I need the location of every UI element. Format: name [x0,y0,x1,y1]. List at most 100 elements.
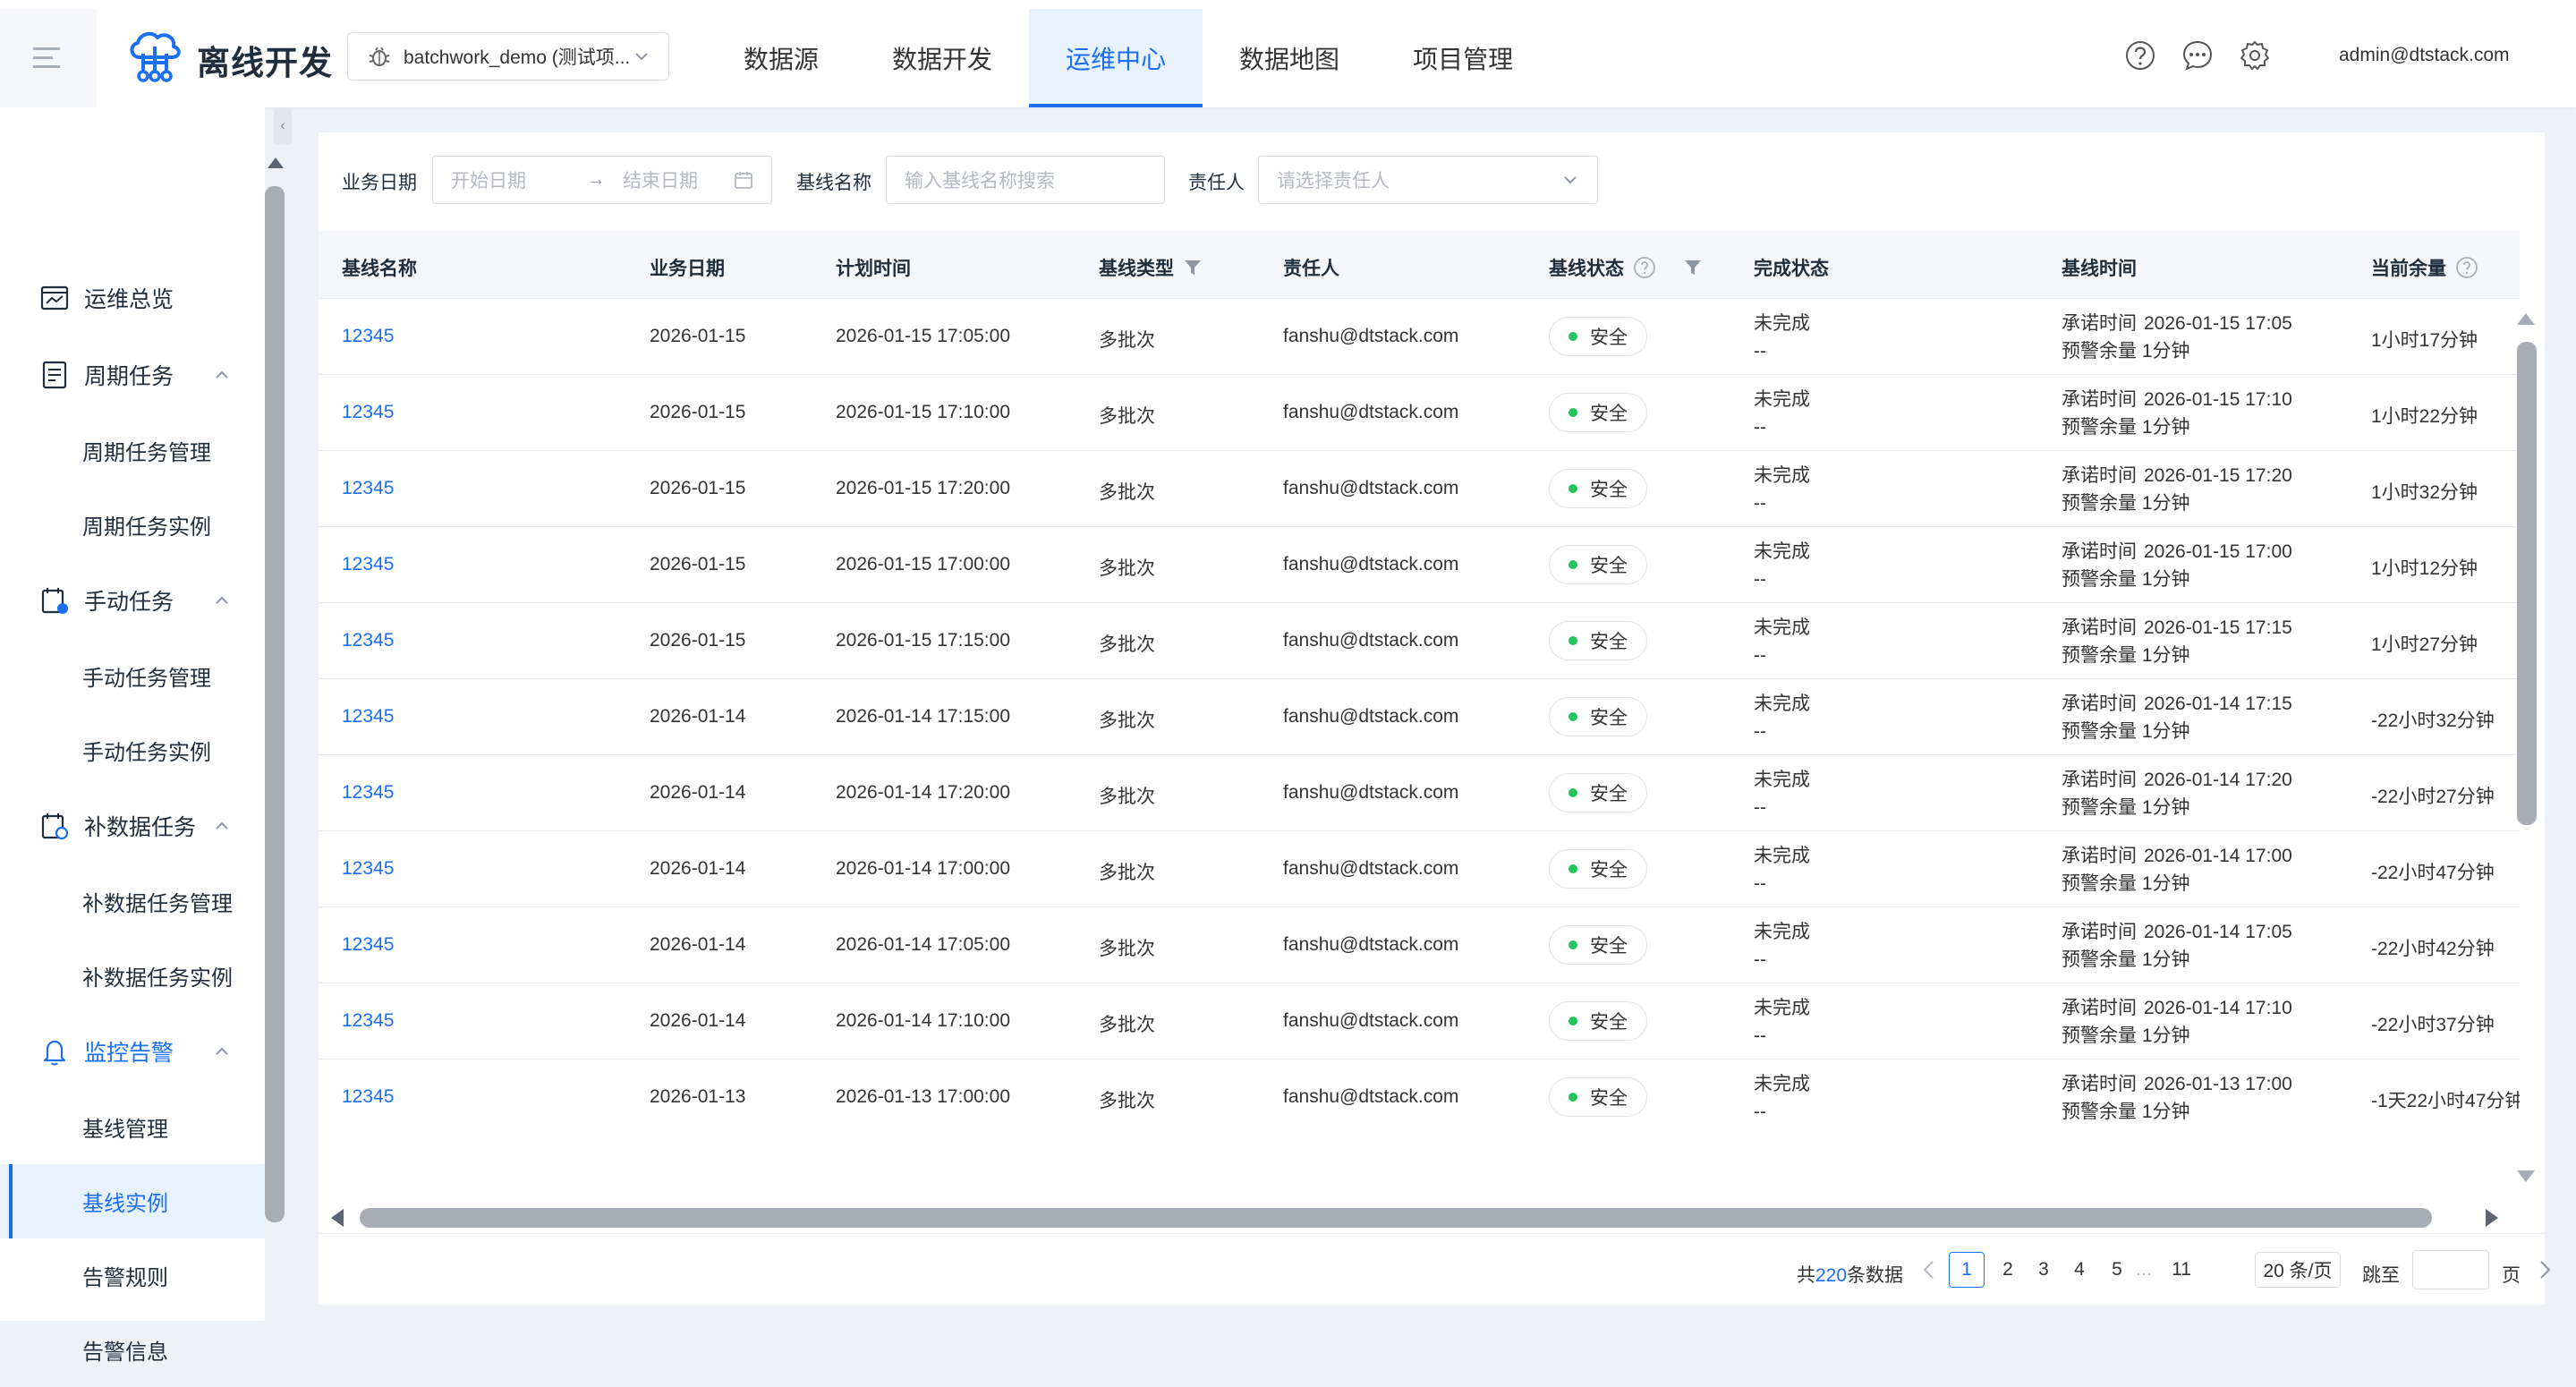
page-number-2[interactable]: 2 [1990,1252,2026,1288]
sidebar-item-baseline-mgmt[interactable]: 基线管理 [0,1090,265,1164]
sidebar-item-manual-instance[interactable]: 手动任务实例 [0,713,265,787]
table-vertical-scrollbar[interactable] [2517,342,2537,825]
page-unit-label: 页 [2502,1265,2521,1286]
sidebar-item-baseline-instance[interactable]: 基线实例 [0,1164,265,1238]
table-row[interactable]: 12345 2026-01-13 2026-01-13 17:00:00 多批次 fan… [319,1059,2520,1126]
page-number-3[interactable]: 3 [2026,1252,2062,1288]
sidebar-item-backfill-mgmt[interactable]: 补数据任务管理 [0,864,265,939]
baseline-time-cell: 承诺时间 2026-01-15 17:00 预警余量 1分钟 [2062,538,2292,593]
baseline-name-link[interactable]: 12345 [342,934,394,956]
sidebar-group-alert[interactable]: 监控告警 [0,1013,265,1090]
done-status-text: 未完成 [1754,465,1810,486]
status-text: 安全 [1590,632,1628,652]
nav-item-datasource[interactable]: 数据源 [707,9,855,107]
baseline-name-link[interactable]: 12345 [342,554,394,575]
sidebar-item-backfill-instance[interactable]: 补数据任务实例 [0,939,265,1013]
baseline-name-link[interactable]: 12345 [342,478,394,499]
baseline-name-search-input[interactable]: 输入基线名称搜索 [886,156,1165,204]
column-header-label: 基线类型 [1099,259,1174,279]
sidebar-item-alert-rules[interactable]: 告警规则 [0,1238,265,1313]
table-scroll-left-arrow[interactable] [331,1209,344,1227]
table-scroll-down-arrow[interactable] [2517,1170,2535,1182]
sidebar-group-periodic[interactable]: 周期任务 [0,336,265,413]
table-row[interactable]: 12345 2026-01-15 2026-01-15 17:15:00 多批次 fan… [319,603,2520,679]
message-icon[interactable] [2181,39,2214,72]
table-row[interactable]: 12345 2026-01-14 2026-01-14 17:15:00 多批次 fan… [319,679,2520,755]
nav-item-project-mgmt[interactable]: 项目管理 [1376,9,1550,107]
column-header-plan-time: 计划时间 [836,254,911,281]
nav-item-ops-center[interactable]: 运维中心 [1029,9,1203,107]
baseline-name-link[interactable]: 12345 [342,402,394,423]
project-select[interactable]: batchwork_demo (测试项... [347,32,669,81]
table-horizontal-scrollbar[interactable] [360,1208,2432,1228]
sidebar-item-overview[interactable]: 运维总览 [0,260,265,336]
status-text: 安全 [1590,328,1628,348]
baseline-name-link[interactable]: 12345 [342,630,394,651]
baseline-time-cell: 承诺时间 2026-01-14 17:00 预警余量 1分钟 [2062,842,2292,898]
filter-icon[interactable] [1683,258,1703,277]
column-header-label: 基线时间 [2062,259,2137,279]
sidebar-scrollbar[interactable] [265,186,285,1222]
owner-select[interactable]: 请选择责任人 [1258,156,1598,204]
status-badge: 安全 [1549,393,1647,432]
sidebar-scroll-up-arrow[interactable] [268,157,284,168]
nav-item-data-map[interactable]: 数据地图 [1203,9,1376,107]
table-row[interactable]: 12345 2026-01-15 2026-01-15 17:00:00 多批次 fan… [319,527,2520,603]
baseline-name-link[interactable]: 12345 [342,1010,394,1032]
sidebar-collapse-button[interactable]: ‹ [274,107,292,145]
sidebar-group-manual[interactable]: 手动任务 [0,562,265,639]
table-row[interactable]: 12345 2026-01-14 2026-01-14 17:10:00 多批次 fan… [319,983,2520,1059]
baseline-name-link[interactable]: 12345 [342,858,394,880]
business-date-cell: 2026-01-14 [650,782,746,803]
page-number-4[interactable]: 4 [2062,1252,2097,1288]
sidebar-item-periodic-mgmt[interactable]: 周期任务管理 [0,413,265,488]
page-ellipsis[interactable]: ... [2135,1252,2153,1288]
sidebar-group-backfill[interactable]: 补数据任务 [0,787,265,864]
status-dot-icon [1569,712,1577,721]
start-date-input[interactable]: 开始日期 [451,166,576,193]
sidebar-item-periodic-instance[interactable]: 周期任务实例 [0,488,265,562]
sidebar-item-manual-mgmt[interactable]: 手动任务管理 [0,639,265,713]
baseline-name-link[interactable]: 12345 [342,326,394,347]
table-row[interactable]: 12345 2026-01-15 2026-01-15 17:10:00 多批次 fan… [319,375,2520,451]
done-status-cell: 未完成 -- [1754,1070,1810,1126]
help-icon[interactable] [2124,39,2156,72]
main-content: 业务日期 开始日期 → 结束日期 基线名称 输入基线名称搜索 责任人 请选择责任… [319,132,2551,1305]
baseline-name-link[interactable]: 12345 [342,1086,394,1108]
end-date-input[interactable]: 结束日期 [616,166,734,193]
done-status-cell: 未完成 -- [1754,462,1810,517]
menu-toggle-button[interactable] [0,9,97,107]
page-number-5[interactable]: 5 [2099,1252,2135,1288]
filter-icon[interactable] [1183,258,1203,277]
promise-label: 承诺时间 [2062,313,2137,334]
table-row[interactable]: 12345 2026-01-14 2026-01-14 17:05:00 多批次 fan… [319,907,2520,983]
baseline-type-cell: 多批次 [1099,558,1155,579]
table-scroll-up-arrow[interactable] [2517,313,2535,325]
business-date-cell: 2026-01-15 [650,554,746,574]
next-page-icon[interactable] [2536,1259,2554,1281]
table-scroll-right-arrow[interactable] [2486,1209,2498,1227]
table-row[interactable]: 12345 2026-01-15 2026-01-15 17:20:00 多批次 fan… [319,451,2520,527]
column-header-label: 基线状态 [1549,259,1624,279]
date-range-picker[interactable]: 开始日期 → 结束日期 [432,156,772,204]
table-row[interactable]: 12345 2026-01-14 2026-01-14 17:00:00 多批次 fan… [319,831,2520,907]
sidebar-item-alert-info[interactable]: 告警信息 [0,1313,265,1387]
baseline-type-cell: 多批次 [1099,711,1155,731]
baseline-name-link[interactable]: 12345 [342,782,394,804]
user-account[interactable]: admin@dtstack.com [2339,45,2510,66]
page-jump-input[interactable] [2412,1250,2489,1289]
status-dot-icon [1569,332,1577,341]
page-size-select[interactable]: 20 条/页 [2255,1252,2341,1288]
dashboard-icon [40,285,69,311]
prev-page-icon[interactable] [1920,1259,1938,1281]
baseline-name-link[interactable]: 12345 [342,706,394,728]
table-row[interactable]: 12345 2026-01-14 2026-01-14 17:20:00 多批次 fan… [319,755,2520,831]
table-row[interactable]: 12345 2026-01-15 2026-01-15 17:05:00 多批次 fan… [319,299,2520,375]
done-status-text: 未完成 [1754,617,1810,638]
question-circle-icon[interactable] [2455,256,2478,279]
nav-item-data-dev[interactable]: 数据开发 [855,9,1029,107]
question-circle-icon[interactable] [1633,256,1656,279]
settings-icon[interactable] [2239,39,2271,72]
page-number-1[interactable]: 1 [1949,1252,1985,1288]
page-number-11[interactable]: 11 [2164,1252,2199,1288]
